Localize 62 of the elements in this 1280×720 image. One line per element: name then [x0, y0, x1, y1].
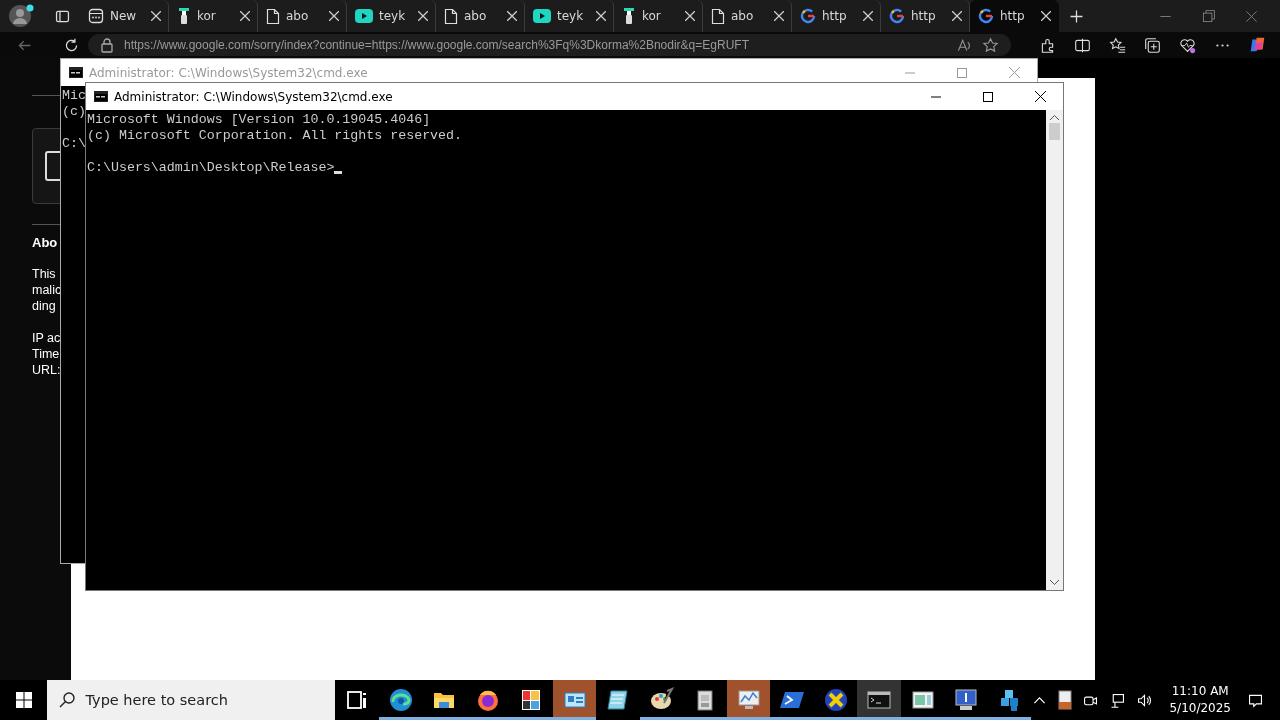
- split-screen-icon[interactable]: [1074, 36, 1092, 54]
- avatar-icon[interactable]: [9, 4, 35, 28]
- restore-icon[interactable]: [1200, 7, 1217, 25]
- window-title: Administrator: C:\Windows\System32\cmd.exe: [89, 65, 369, 80]
- close-icon[interactable]: [1034, 91, 1046, 102]
- taskbar-button[interactable]: [726, 680, 771, 720]
- text-cursor: [334, 171, 343, 174]
- scrollbar-thumb[interactable]: [1049, 123, 1060, 140]
- scroll-up-icon[interactable]: [1050, 115, 1059, 121]
- monitor-icon[interactable]: [953, 687, 980, 713]
- taskbar-button[interactable]: [552, 680, 597, 720]
- window-title: Administrator: C:\Windows\System32\cmd.exe: [114, 89, 394, 104]
- detail-line: Time: [32, 346, 61, 362]
- search-icon: [59, 692, 76, 708]
- play-icon: [355, 9, 373, 23]
- document-icon: [711, 7, 725, 25]
- detail-line: URL:: [32, 362, 62, 378]
- console-line: (c): [62, 104, 86, 120]
- paragraph-line: malic: [32, 282, 63, 298]
- console-icon: [94, 91, 108, 102]
- maximize-icon[interactable]: [983, 91, 993, 102]
- g-logo-icon: [889, 8, 905, 24]
- console-line: C:\: [62, 136, 86, 152]
- address-bar[interactable]: https://www.google.com/sorry/index?continue=https://www.google.com/search%3Fq%3Dkorma%2Bnodir&q=EgRUFT: [88, 34, 1012, 56]
- x-circle-icon[interactable]: [822, 687, 849, 713]
- browser-tab[interactable]: http: [970, 0, 1059, 32]
- favorites-icon[interactable]: [1109, 36, 1127, 54]
- figure-icon: [622, 7, 636, 25]
- read-aloud-icon[interactable]: [955, 36, 973, 54]
- scrollbar[interactable]: [1046, 110, 1063, 590]
- console-line: Mic: [62, 88, 86, 104]
- play-icon: [533, 9, 551, 23]
- taskbar-button[interactable]: [857, 680, 901, 720]
- document-icon: [444, 7, 458, 25]
- console-line: C:\Users\admin\Desktop\Release>: [87, 160, 335, 176]
- star-icon[interactable]: [982, 36, 1000, 54]
- news-page-icon: [88, 8, 104, 24]
- network-icon[interactable]: [1109, 691, 1127, 709]
- paragraph-line: ding: [32, 298, 57, 314]
- g-logo-icon: [800, 8, 816, 24]
- clock-time: 11:10 AM: [1171, 683, 1229, 700]
- scroll-down-icon[interactable]: [1050, 579, 1059, 585]
- reload-icon[interactable]: [63, 36, 80, 54]
- section-heading: Abo: [32, 235, 59, 250]
- meter-icon[interactable]: [1058, 690, 1073, 710]
- g-logo-icon: [978, 8, 994, 24]
- clock-date: 5/10/2025: [1169, 700, 1231, 717]
- windows-logo-icon: [15, 692, 32, 708]
- figure-icon: [177, 7, 191, 25]
- url-text: https://www.google.com/sorry/index?continue=https://www.google.com/search%3Fq%3Dkorma%2Bnodir&q=EgRUFT: [124, 38, 750, 52]
- detail-line: IP ac: [32, 330, 62, 346]
- paragraph-line: This: [32, 266, 57, 282]
- heart-pulse-icon[interactable]: [1179, 36, 1197, 54]
- lock-icon: [100, 37, 114, 53]
- console-line: (c) Microsoft Corporation. All rights reserved.: [87, 128, 463, 144]
- swirl-icon[interactable]: [387, 687, 414, 713]
- console-icon: [69, 67, 83, 78]
- document-icon: [266, 7, 280, 25]
- speaker-icon[interactable]: [1136, 691, 1154, 709]
- console-line: Microsoft Windows [Version 10.0.19045.4046]: [87, 112, 431, 128]
- collections-icon[interactable]: [1144, 36, 1162, 54]
- search-field[interactable]: Type here to search: [47, 680, 336, 720]
